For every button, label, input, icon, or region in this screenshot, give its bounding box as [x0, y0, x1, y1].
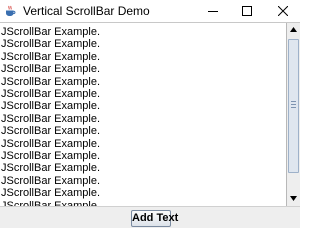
text-line: JScrollBar Example.: [1, 125, 101, 138]
window-title: Vertical ScrollBar Demo: [23, 4, 150, 18]
text-line: JScrollBar Example.: [1, 187, 101, 200]
button-bar: Add Text: [0, 206, 300, 228]
close-icon: [278, 6, 288, 16]
text-line: JScrollBar Example.: [1, 26, 101, 38]
text-line: JScrollBar Example.: [1, 75, 101, 88]
thumb-grip: [291, 104, 296, 105]
content-pane: JScrollBar Example. JScrollBar Example. JS…: [0, 22, 300, 228]
text-line: JScrollBar Example.: [1, 38, 101, 51]
text-line: JScrollBar Example.: [1, 162, 101, 175]
text-line: JScrollBar Example.: [1, 50, 101, 63]
maximize-icon: [242, 6, 252, 16]
text-area[interactable]: JScrollBar Example. JScrollBar Example. JS…: [0, 23, 286, 206]
text-line: JScrollBar Example.: [1, 63, 101, 76]
thumb-grip: [291, 101, 296, 102]
scroll-thumb[interactable]: [288, 39, 299, 173]
text-line: JScrollBar Example.: [1, 174, 101, 187]
maximize-button[interactable]: [230, 0, 264, 22]
arrow-up-icon: [290, 27, 297, 32]
title-bar[interactable]: Vertical ScrollBar Demo: [0, 0, 300, 22]
vertical-scrollbar[interactable]: [286, 23, 300, 206]
text-line: JScrollBar Example.: [1, 150, 101, 162]
scroll-up-button[interactable]: [287, 23, 300, 37]
text-line: JScrollBar Example.: [1, 100, 101, 113]
add-text-button[interactable]: Add Text: [131, 210, 178, 227]
close-button[interactable]: [266, 0, 300, 22]
minimize-button[interactable]: [196, 0, 230, 22]
text-line: JScrollBar Example.: [1, 88, 101, 100]
thumb-grip: [291, 107, 296, 108]
arrow-down-icon: [290, 196, 297, 201]
scroll-down-button[interactable]: [287, 192, 300, 206]
app-window: Vertical ScrollBar Demo JScrollBar Examp…: [0, 0, 300, 228]
text-line: JScrollBar Example.: [1, 112, 101, 125]
text-line: JScrollBar Example.: [1, 137, 101, 150]
java-cup-icon: [6, 5, 16, 16]
minimize-icon: [208, 11, 218, 12]
